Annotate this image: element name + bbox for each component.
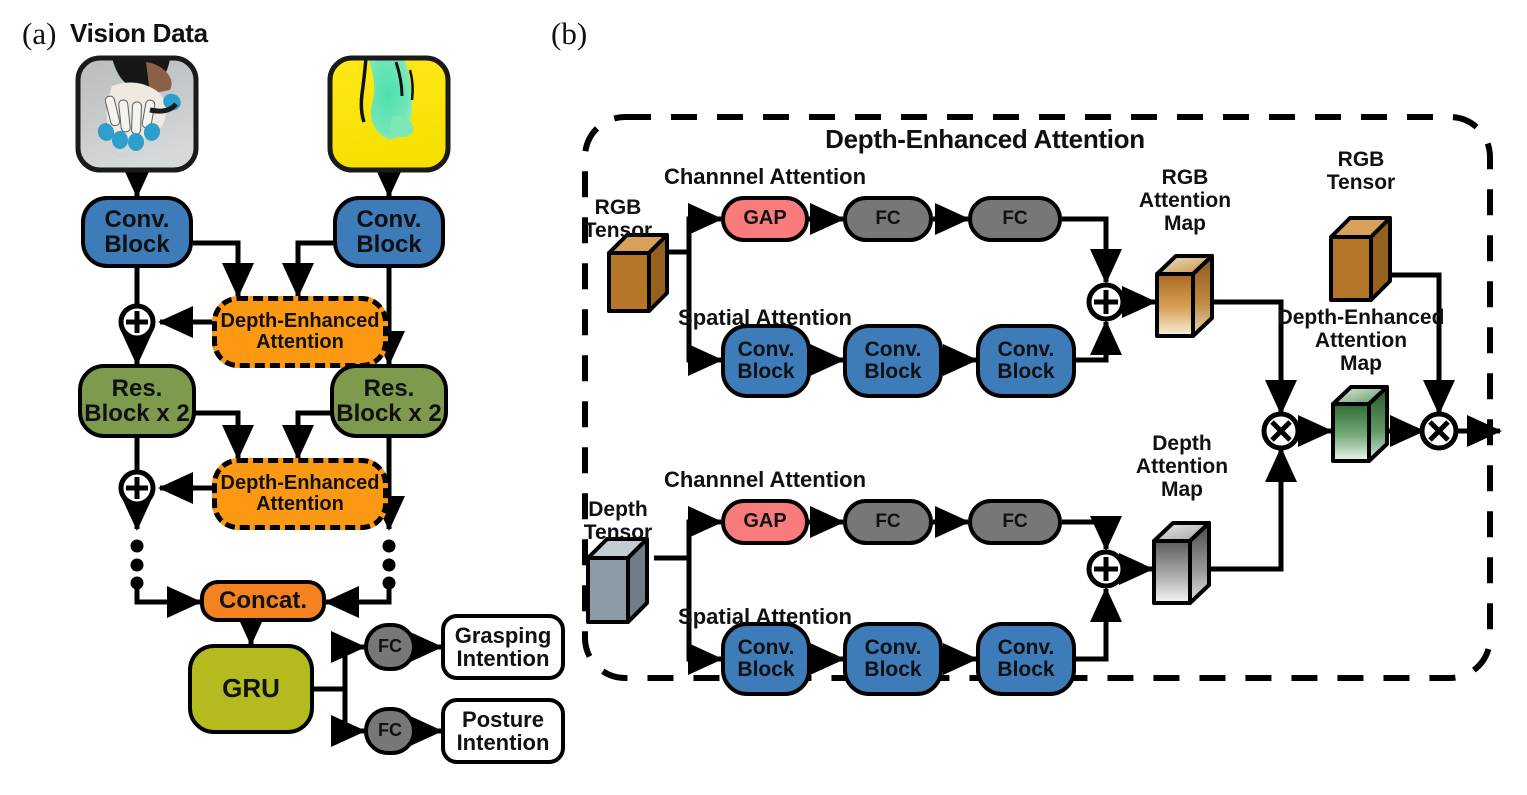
panel-b-title: Depth-Enhanced Attention — [825, 124, 1145, 154]
dea-1-label: Depth-Enhanced Attention — [220, 309, 380, 353]
conv2-depth-label: Conv. Block — [864, 635, 922, 681]
concat-label: Concat. — [218, 587, 307, 615]
depth-channel-attention-caption: Channnel Attention — [663, 467, 867, 492]
add-operator-b-rgb — [1086, 282, 1126, 322]
rgb-attention-map-3d-box — [1155, 254, 1214, 338]
grasping-intention-label: Grasping Intention — [454, 622, 552, 671]
conv1-block-rgb[interactable]: Conv. Block — [721, 324, 811, 398]
gap-rgb-label: GAP — [743, 207, 787, 230]
rgb-tensor-fusion-caption: RGB Tensor — [1326, 148, 1396, 195]
fc2-block-rgb[interactable]: FC — [968, 196, 1062, 242]
rgb-tensor-fusion-3d-box — [1329, 216, 1392, 302]
fc2-rgb-label: FC — [1002, 207, 1028, 229]
conv1-block-depth[interactable]: Conv. Block — [721, 622, 811, 696]
fc2-depth-label: FC — [1002, 510, 1028, 532]
fc1-block-depth[interactable]: FC — [843, 499, 933, 545]
dea-2-label: Depth-Enhanced Attention — [220, 471, 380, 515]
fc2-block-depth[interactable]: FC — [968, 499, 1062, 545]
add-operator-a2 — [118, 469, 156, 507]
ellipsis-left — [130, 539, 144, 590]
concat-block[interactable]: Concat. — [200, 580, 326, 622]
fc-grasping[interactable]: FC — [364, 623, 416, 671]
gru-label: GRU — [222, 673, 280, 704]
conv3-depth-label: Conv. Block — [997, 635, 1055, 681]
gap-block-depth[interactable]: GAP — [721, 499, 809, 545]
conv3-block-rgb[interactable]: Conv. Block — [976, 324, 1076, 398]
multiply-operator-1 — [1261, 411, 1301, 451]
conv-block-depth[interactable]: Conv. Block — [333, 196, 445, 268]
conv-block-depth-label: Conv. Block — [356, 205, 422, 258]
rgb-thumb-frame — [75, 55, 199, 173]
add-operator-a1 — [118, 303, 156, 341]
fc1-depth-label: FC — [875, 510, 901, 532]
panel-a-title: Vision Data — [70, 18, 208, 48]
gap-depth-label: GAP — [743, 510, 787, 533]
rgb-channel-attention-caption: Channnel Attention — [663, 164, 867, 189]
gap-block-rgb[interactable]: GAP — [721, 196, 809, 242]
fc1-rgb-label: FC — [875, 207, 901, 229]
multiply-operator-2 — [1419, 411, 1459, 451]
depth-tensor-3d-box — [586, 537, 649, 624]
rgb-tensor-caption: RGB Tensor — [583, 196, 653, 243]
conv2-block-depth[interactable]: Conv. Block — [843, 622, 943, 696]
rgb-attention-map-caption: RGB Attention Map — [1138, 166, 1232, 236]
depth-tensor-caption: Depth Tensor — [583, 498, 653, 545]
depth-attention-map-caption: Depth Attention Map — [1135, 432, 1229, 502]
depth-enhanced-attention-map-caption: Depth-Enhanced Attention Map — [1277, 306, 1445, 376]
ellipsis-right — [382, 539, 396, 590]
conv1-rgb-label: Conv. Block — [737, 337, 795, 383]
grasping-intention-output[interactable]: Grasping Intention — [441, 614, 565, 680]
res-block-depth-label: Res. Block x 2 — [336, 374, 442, 427]
rgb-tensor-3d-box — [607, 233, 669, 313]
conv3-rgb-label: Conv. Block — [997, 337, 1055, 383]
conv3-block-depth[interactable]: Conv. Block — [976, 622, 1076, 696]
depth-thumb-frame — [327, 55, 451, 173]
fc-grasping-label: FC — [378, 636, 402, 657]
depth-enhanced-attention-map-3d-box — [1331, 385, 1389, 463]
fc1-block-rgb[interactable]: FC — [843, 196, 933, 242]
res-block-rgb-label: Res. Block x 2 — [84, 374, 190, 427]
depth-attention-map-3d-box — [1152, 521, 1211, 605]
gru-block[interactable]: GRU — [188, 644, 314, 734]
res-block-depth[interactable]: Res. Block x 2 — [330, 364, 448, 438]
conv1-depth-label: Conv. Block — [737, 635, 795, 681]
depth-enhanced-attention-block-1[interactable]: Depth-Enhanced Attention — [212, 296, 388, 368]
conv-block-rgb-label: Conv. Block — [104, 205, 170, 258]
fc-posture[interactable]: FC — [364, 707, 416, 755]
conv2-rgb-label: Conv. Block — [864, 337, 922, 383]
add-operator-b-depth — [1086, 549, 1126, 589]
fc-posture-label: FC — [378, 720, 402, 741]
depth-enhanced-attention-block-2[interactable]: Depth-Enhanced Attention — [212, 458, 388, 530]
panel-b-label: (b) — [551, 16, 588, 51]
res-block-rgb[interactable]: Res. Block x 2 — [78, 364, 196, 438]
conv2-block-rgb[interactable]: Conv. Block — [843, 324, 943, 398]
posture-intention-label: Posture Intention — [456, 706, 550, 755]
conv-block-rgb[interactable]: Conv. Block — [81, 196, 193, 268]
posture-intention-output[interactable]: Posture Intention — [441, 698, 565, 764]
panel-a-label: (a) — [22, 16, 57, 51]
